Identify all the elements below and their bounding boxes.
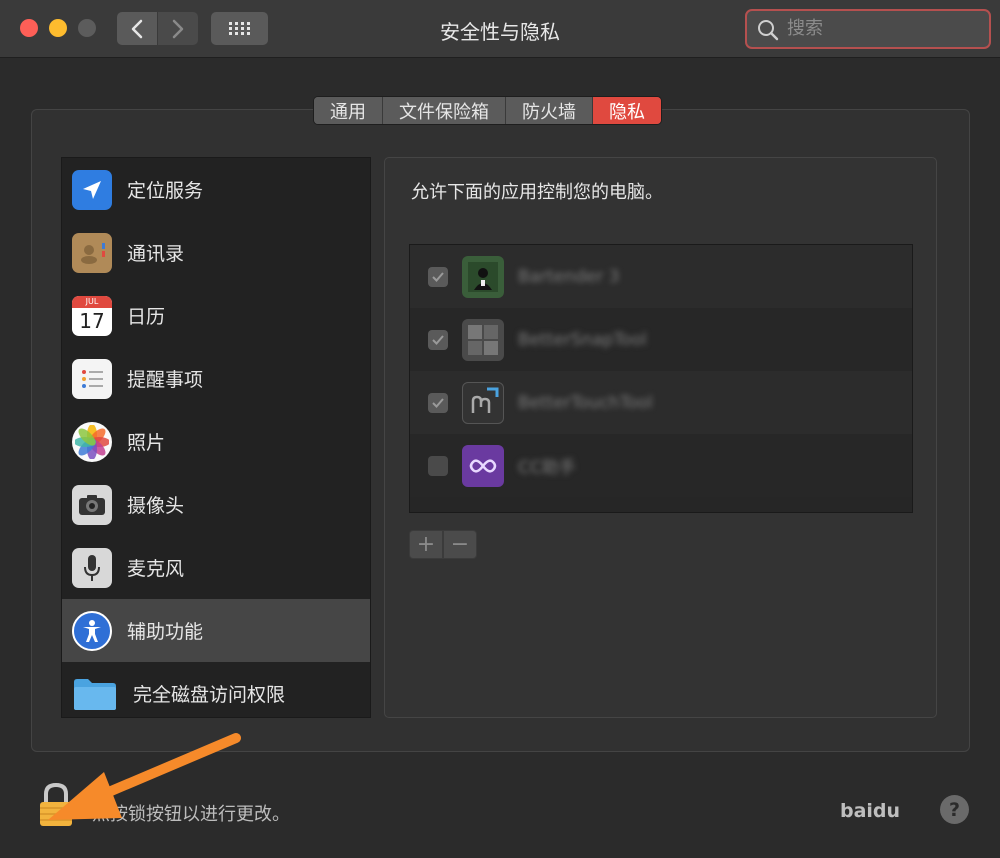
app-name: Bartender 3 [518, 266, 620, 287]
accessibility-icon [72, 610, 112, 651]
tab-filevault[interactable]: 文件保险箱 [383, 97, 506, 124]
panel-description: 允许下面的应用控制您的电脑。 [411, 182, 663, 203]
tab-firewall[interactable]: 防火墙 [506, 97, 593, 124]
help-button[interactable]: ? [940, 795, 969, 824]
app-name: BetterTouchTool [518, 392, 653, 413]
app-row[interactable]: BetterSnapTool [410, 308, 912, 371]
app-name: CC助手 [518, 458, 576, 478]
checkmark-icon [432, 271, 444, 282]
sidebar-item-microphone[interactable]: 麦克风 [62, 536, 370, 599]
tab-bar: 通用 文件保险箱 防火墙 隐私 [313, 96, 662, 125]
app-list: Bartender 3 BetterSnapTool BetterTouchTo… [409, 244, 913, 513]
reminders-icon [72, 358, 112, 399]
sidebar-item-location-services[interactable]: 定位服务 [62, 158, 370, 221]
search-icon [758, 20, 779, 41]
sidebar-item-photos[interactable]: 照片 [62, 410, 370, 473]
calendar-icon: JUL 17 [72, 295, 112, 336]
app-row[interactable]: CC助手 [410, 434, 912, 497]
app-name: BetterSnapTool [518, 329, 647, 350]
sidebar-item-label: 定位服务 [127, 180, 204, 202]
sidebar-item-accessibility[interactable]: 辅助功能 [62, 599, 370, 662]
infinity-app-icon [462, 444, 504, 487]
checkmark-icon [432, 334, 444, 345]
folder-icon [72, 674, 118, 714]
calendar-day: 17 [79, 308, 105, 333]
sidebar-item-label: 日历 [127, 306, 166, 328]
snap-grid-app-icon [462, 318, 504, 361]
app-checkbox[interactable] [428, 392, 448, 413]
add-app-button[interactable]: + [409, 530, 443, 559]
sidebar-item-contacts[interactable]: 通讯录 [62, 221, 370, 284]
app-checkbox[interactable] [428, 266, 448, 287]
location-arrow-icon [72, 169, 112, 210]
search-input[interactable] [787, 11, 977, 45]
add-remove-buttons: + − [409, 530, 477, 559]
tab-privacy[interactable]: 隐私 [593, 97, 661, 124]
microphone-icon [72, 547, 112, 588]
tab-general[interactable]: 通用 [314, 97, 383, 124]
sidebar-item-calendar[interactable]: JUL 17 日历 [62, 284, 370, 347]
search-field[interactable] [745, 9, 991, 49]
sidebar-item-label: 摄像头 [127, 495, 185, 517]
calendar-month: JUL [72, 295, 112, 308]
sidebar-item-reminders[interactable]: 提醒事项 [62, 347, 370, 410]
app-checkbox[interactable] [428, 455, 448, 476]
sidebar-item-label: 辅助功能 [127, 621, 204, 643]
contacts-book-icon [72, 232, 112, 273]
sidebar-item-camera[interactable]: 摄像头 [62, 473, 370, 536]
sidebar-item-full-disk-access[interactable]: 完全磁盘访问权限 [62, 662, 370, 717]
sidebar-item-label: 照片 [127, 432, 166, 454]
app-row[interactable]: BetterTouchTool [410, 371, 912, 434]
app-checkbox[interactable] [428, 329, 448, 350]
privacy-category-list: 定位服务 通讯录 JUL 17 日历 提醒事项 照片 摄像头 麦克风 辅助功能 … [61, 157, 371, 718]
accessibility-panel: 允许下面的应用控制您的电脑。 Bartender 3 BetterSnapToo… [384, 157, 937, 718]
lock-hint-text: 点按锁按钮以进行更改。 [92, 804, 290, 825]
sidebar-item-label: 通讯录 [127, 243, 185, 265]
sidebar-item-label: 完全磁盘访问权限 [133, 684, 286, 706]
remove-app-button[interactable]: − [443, 530, 477, 559]
photos-icon [72, 421, 112, 462]
watermark: baidu [840, 800, 901, 822]
sidebar-item-label: 提醒事项 [127, 369, 204, 391]
padlock-icon [40, 782, 72, 826]
checkmark-icon [432, 397, 444, 408]
sidebar-item-label: 麦克风 [127, 558, 185, 580]
title-bar: 安全性与隐私 [0, 0, 1000, 58]
camera-icon [72, 484, 112, 525]
touch-app-icon [462, 381, 504, 424]
bartender-app-icon [462, 255, 504, 298]
app-row[interactable]: Bartender 3 [410, 245, 912, 308]
lock-button[interactable] [38, 782, 74, 832]
